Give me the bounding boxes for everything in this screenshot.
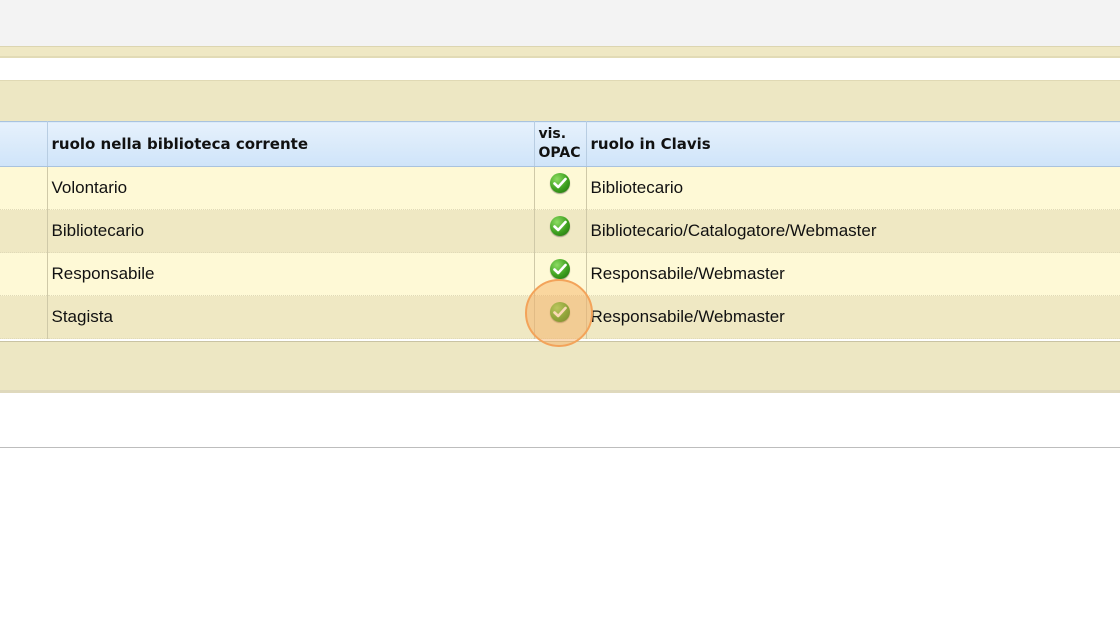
role-current-cell: Bibliotecario (47, 209, 535, 253)
column-header-role-clavis[interactable]: ruolo in Clavis (586, 121, 1120, 167)
section-divider (0, 447, 1120, 448)
opac-header-line2: OPAC (538, 145, 581, 161)
role-current-cell: Responsabile (47, 252, 535, 296)
opac-cell[interactable] (534, 252, 587, 296)
opac-cell[interactable] (534, 209, 587, 253)
library-roles-table: ruolo nella biblioteca corrente vis. OPAC… (0, 121, 1120, 339)
role-current-cell: Stagista (47, 295, 535, 339)
role-clavis-cell: Bibliotecario/Catalogatore/Webmaster (586, 209, 1120, 253)
check-circle-icon[interactable] (550, 258, 570, 279)
row-selector-cell (0, 209, 48, 253)
column-header-opac[interactable]: vis. OPAC (534, 121, 587, 167)
opac-cell[interactable] (534, 166, 587, 210)
check-circle-icon[interactable] (550, 301, 570, 322)
row-selector-cell (0, 166, 48, 210)
role-clavis-cell: Responsabile/Webmaster (586, 252, 1120, 296)
opac-cell[interactable] (534, 295, 587, 339)
column-header-role-current[interactable]: ruolo nella biblioteca corrente (47, 121, 535, 167)
opac-header-line1: vis. (538, 126, 567, 142)
table-row[interactable]: Responsabile Responsabile/Webmaster (0, 252, 1120, 296)
check-circle-icon[interactable] (550, 172, 570, 193)
panel-header-band (0, 80, 1120, 121)
role-clavis-cell: Responsabile/Webmaster (586, 295, 1120, 339)
table-row[interactable]: Bibliotecario Bibliotecario/Catalogatore… (0, 209, 1120, 253)
browser-top-area (0, 0, 1120, 46)
row-selector-cell (0, 295, 48, 339)
row-selector-cell (0, 252, 48, 296)
role-current-cell: Volontario (47, 166, 535, 210)
check-circle-icon[interactable] (550, 215, 570, 236)
table-row[interactable]: Volontario Bibliotecario (0, 166, 1120, 210)
table-header-row: ruolo nella biblioteca corrente vis. OPAC… (0, 121, 1120, 167)
panel-footer-band (0, 341, 1120, 393)
panel-top-border (0, 46, 1120, 58)
select-column-header (0, 121, 48, 167)
role-clavis-cell: Bibliotecario (586, 166, 1120, 210)
table-row[interactable]: Stagista Responsabile/Webmaster (0, 295, 1120, 339)
